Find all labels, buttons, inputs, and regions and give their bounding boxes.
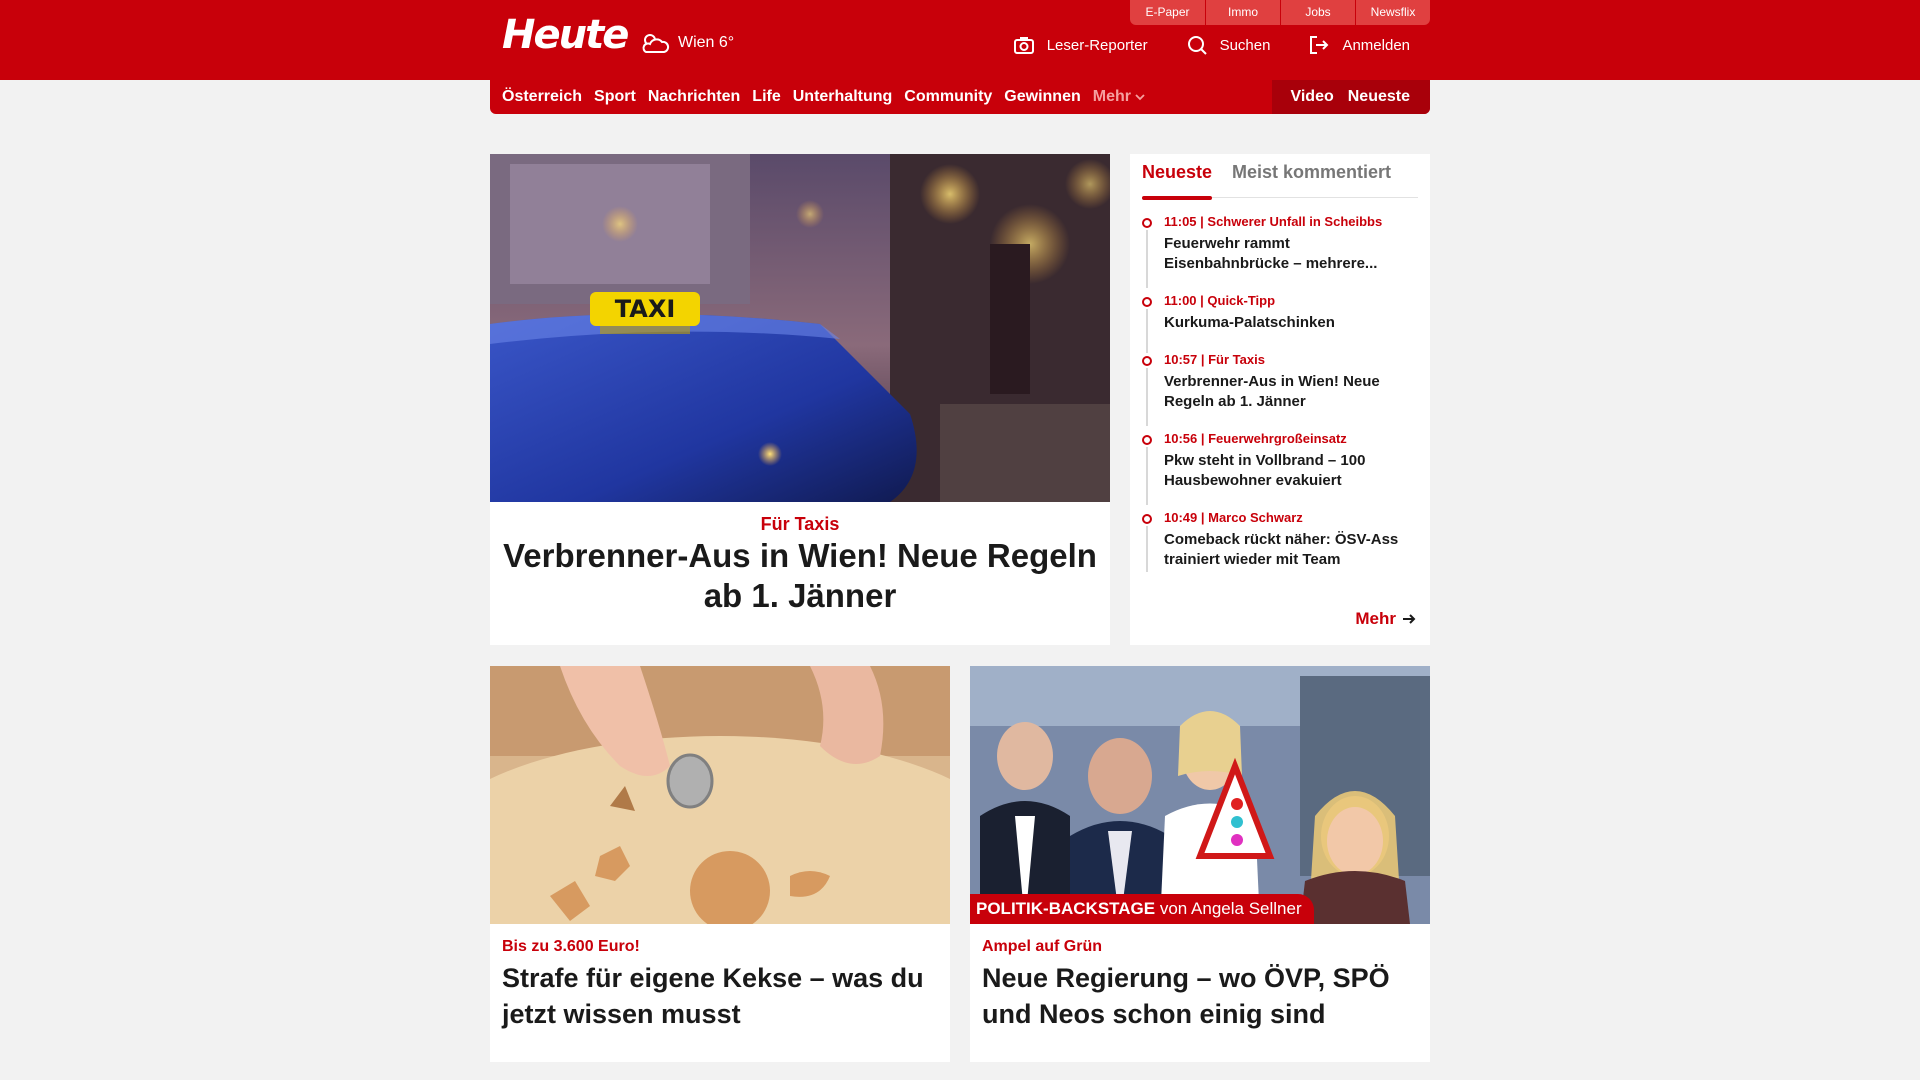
sidebar-tabs: Neueste Meist kommentiert bbox=[1142, 162, 1418, 200]
card-category: Bis zu 3.600 Euro! bbox=[502, 938, 640, 955]
nav-item-nachrichten[interactable]: Nachrichten bbox=[648, 88, 740, 106]
tab-neueste[interactable]: Neueste bbox=[1142, 162, 1213, 200]
site-logo[interactable]: Heute bbox=[502, 12, 629, 58]
news-meta: 10:56 | Feuerwehrgroßeinsatz bbox=[1164, 431, 1347, 446]
cookie-image bbox=[490, 666, 950, 924]
card-title[interactable]: Strafe für eigene Kekse – was du jetzt w… bbox=[502, 960, 938, 1032]
tab-meist-kommentiert[interactable]: Meist kommentiert bbox=[1232, 162, 1391, 183]
banner-bold: POLITIK-BACKSTAGE bbox=[976, 899, 1156, 918]
arrow-right-icon bbox=[1403, 614, 1416, 624]
top-header: Heute Wien 6° E-Paper Immo Jobs Newsflix… bbox=[0, 0, 1920, 80]
timeline-line bbox=[1146, 309, 1148, 353]
article-card[interactable]: Bis zu 3.600 Euro! Strafe für eigene Kek… bbox=[490, 666, 950, 1062]
search-button[interactable]: Suchen bbox=[1186, 34, 1271, 56]
leser-reporter-label: Leser-Reporter bbox=[1046, 36, 1148, 54]
top-link-epaper[interactable]: E-Paper bbox=[1130, 0, 1205, 25]
nav-item-unterhaltung[interactable]: Unterhaltung bbox=[793, 88, 893, 106]
chevron-down-icon bbox=[1135, 94, 1145, 101]
top-link-newsflix[interactable]: Newsflix bbox=[1355, 0, 1430, 25]
news-title[interactable]: Comeback rückt näher: ÖSV-Ass trainiert … bbox=[1164, 530, 1418, 570]
nav-video[interactable]: Video bbox=[1290, 88, 1333, 106]
news-meta: 10:49 | Marco Schwarz bbox=[1164, 510, 1303, 525]
timeline-dot bbox=[1142, 435, 1152, 445]
leser-reporter-button[interactable]: Leser-Reporter bbox=[1013, 34, 1148, 56]
nav-item-sport[interactable]: Sport bbox=[594, 88, 636, 106]
login-label: Anmelden bbox=[1342, 36, 1410, 54]
timeline-dot bbox=[1142, 514, 1152, 524]
nav-neueste[interactable]: Neueste bbox=[1348, 88, 1410, 106]
header-inner: Heute Wien 6° E-Paper Immo Jobs Newsflix… bbox=[490, 0, 1430, 80]
login-icon bbox=[1310, 36, 1329, 54]
weather-widget[interactable]: Wien 6° bbox=[640, 30, 734, 56]
timeline-line bbox=[1146, 526, 1148, 572]
top-link-immo[interactable]: Immo bbox=[1205, 0, 1280, 25]
news-title[interactable]: Verbrenner-Aus in Wien! Neue Regeln ab 1… bbox=[1164, 372, 1418, 412]
hero-image: TAXI bbox=[490, 154, 1110, 502]
taxi-sign-text: TAXI bbox=[615, 295, 676, 323]
news-title[interactable]: Kurkuma-Palatschinken bbox=[1164, 313, 1418, 333]
news-sidebar: Neueste Meist kommentiert 11:05 | Schwer… bbox=[1130, 154, 1430, 645]
nav-more-dropdown[interactable]: Mehr bbox=[1093, 88, 1145, 106]
top-links: E-Paper Immo Jobs Newsflix bbox=[1130, 0, 1430, 25]
news-title[interactable]: Pkw steht in Vollbrand – 100 Hausbewohne… bbox=[1164, 451, 1418, 491]
politik-backstage-banner: POLITIK-BACKSTAGE von Angela Sellner bbox=[970, 894, 1314, 924]
hero-article[interactable]: TAXI Für Taxis Verbrenner-Aus in Wien! N… bbox=[490, 154, 1110, 645]
news-meta: 10:57 | Für Taxis bbox=[1164, 352, 1265, 367]
nav-item-community[interactable]: Community bbox=[904, 88, 992, 106]
nav-more-label: Mehr bbox=[1092, 88, 1131, 105]
news-meta: 11:00 | Quick-Tipp bbox=[1164, 293, 1276, 308]
news-title[interactable]: Feuerwehr rammt Eisenbahnbrücke – mehrer… bbox=[1164, 234, 1418, 274]
banner-rest: von Angela Sellner bbox=[1155, 899, 1302, 918]
timeline-line bbox=[1146, 368, 1148, 426]
search-icon bbox=[1187, 36, 1207, 55]
timeline-dot bbox=[1142, 218, 1152, 228]
sidebar-more-link[interactable]: Mehr bbox=[1355, 609, 1416, 629]
politics-image: POLITIK-BACKSTAGE von Angela Sellner bbox=[970, 666, 1430, 924]
timeline-line bbox=[1146, 447, 1148, 505]
card-category: Ampel auf Grün bbox=[982, 938, 1103, 955]
nav-item-life[interactable]: Life bbox=[752, 88, 780, 106]
hero-category: Für Taxis bbox=[760, 514, 840, 534]
cloud-sun-icon bbox=[642, 34, 670, 53]
timeline-line bbox=[1146, 230, 1148, 288]
camera-icon bbox=[1013, 37, 1034, 54]
nav-items: Österreich Sport Nachrichten Life Unterh… bbox=[502, 80, 1145, 114]
nav-right: Video Neueste bbox=[1272, 80, 1430, 114]
login-button[interactable]: Anmelden bbox=[1308, 34, 1410, 56]
search-label: Suchen bbox=[1219, 36, 1271, 54]
sidebar-more-label: Mehr bbox=[1355, 609, 1396, 628]
hero-title[interactable]: Verbrenner-Aus in Wien! Neue Regeln ab 1… bbox=[500, 536, 1100, 616]
card-title[interactable]: Neue Regierung – wo ÖVP, SPÖ und Neos sc… bbox=[982, 960, 1418, 1032]
article-card[interactable]: POLITIK-BACKSTAGE von Angela Sellner Amp… bbox=[970, 666, 1430, 1062]
news-meta: 11:05 | Schwerer Unfall in Scheibbs bbox=[1164, 214, 1383, 229]
top-link-jobs[interactable]: Jobs bbox=[1280, 0, 1355, 25]
main-nav: Österreich Sport Nachrichten Life Unterh… bbox=[490, 80, 1430, 114]
weather-label: Wien 6° bbox=[678, 34, 735, 51]
nav-item-oesterreich[interactable]: Österreich bbox=[502, 88, 582, 106]
timeline-dot bbox=[1142, 297, 1152, 307]
timeline-dot bbox=[1142, 356, 1152, 366]
nav-item-gewinnen[interactable]: Gewinnen bbox=[1004, 88, 1080, 106]
header-actions: Leser-Reporter Suchen Anmelden bbox=[1013, 34, 1410, 56]
